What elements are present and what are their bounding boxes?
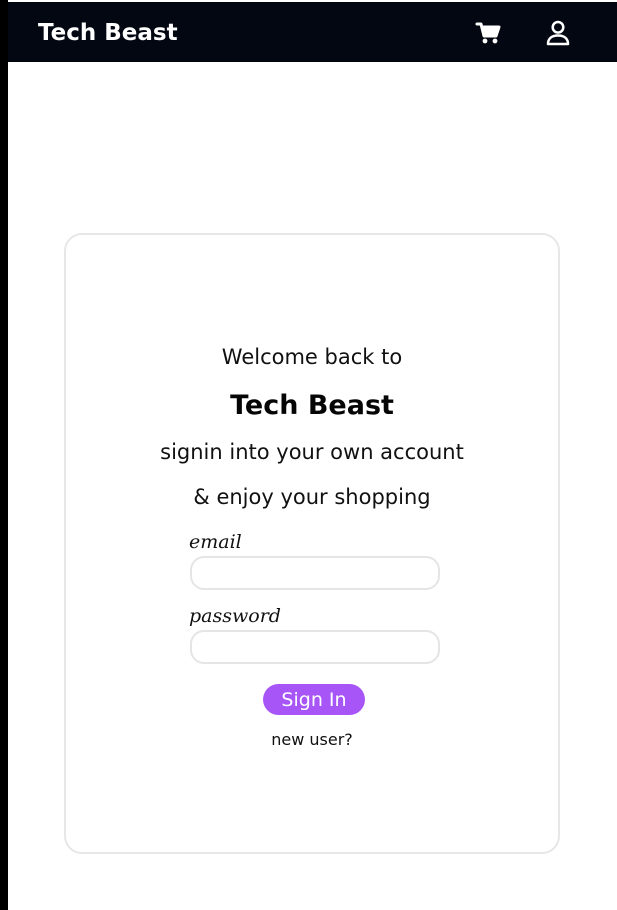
password-label: password [189,605,281,627]
user-icon[interactable] [544,19,572,47]
email-label: email [189,531,242,553]
cart-icon[interactable] [474,19,502,47]
brand-logo[interactable]: Tech Beast [38,2,178,62]
left-edge-strip [0,0,8,910]
welcome-text: Welcome back to [221,345,403,369]
email-field[interactable] [190,556,440,590]
login-card: Welcome back to Tech Beast signin into y… [64,233,560,854]
top-navbar: Tech Beast [8,2,617,62]
shopping-subtitle: & enjoy your shopping [193,485,431,509]
password-field[interactable] [190,630,440,664]
signin-subtitle: signin into your own account [160,440,464,464]
page-title: Tech Beast [230,390,394,421]
new-user-link[interactable]: new user? [66,730,558,749]
sign-in-button[interactable]: Sign In [263,684,365,715]
